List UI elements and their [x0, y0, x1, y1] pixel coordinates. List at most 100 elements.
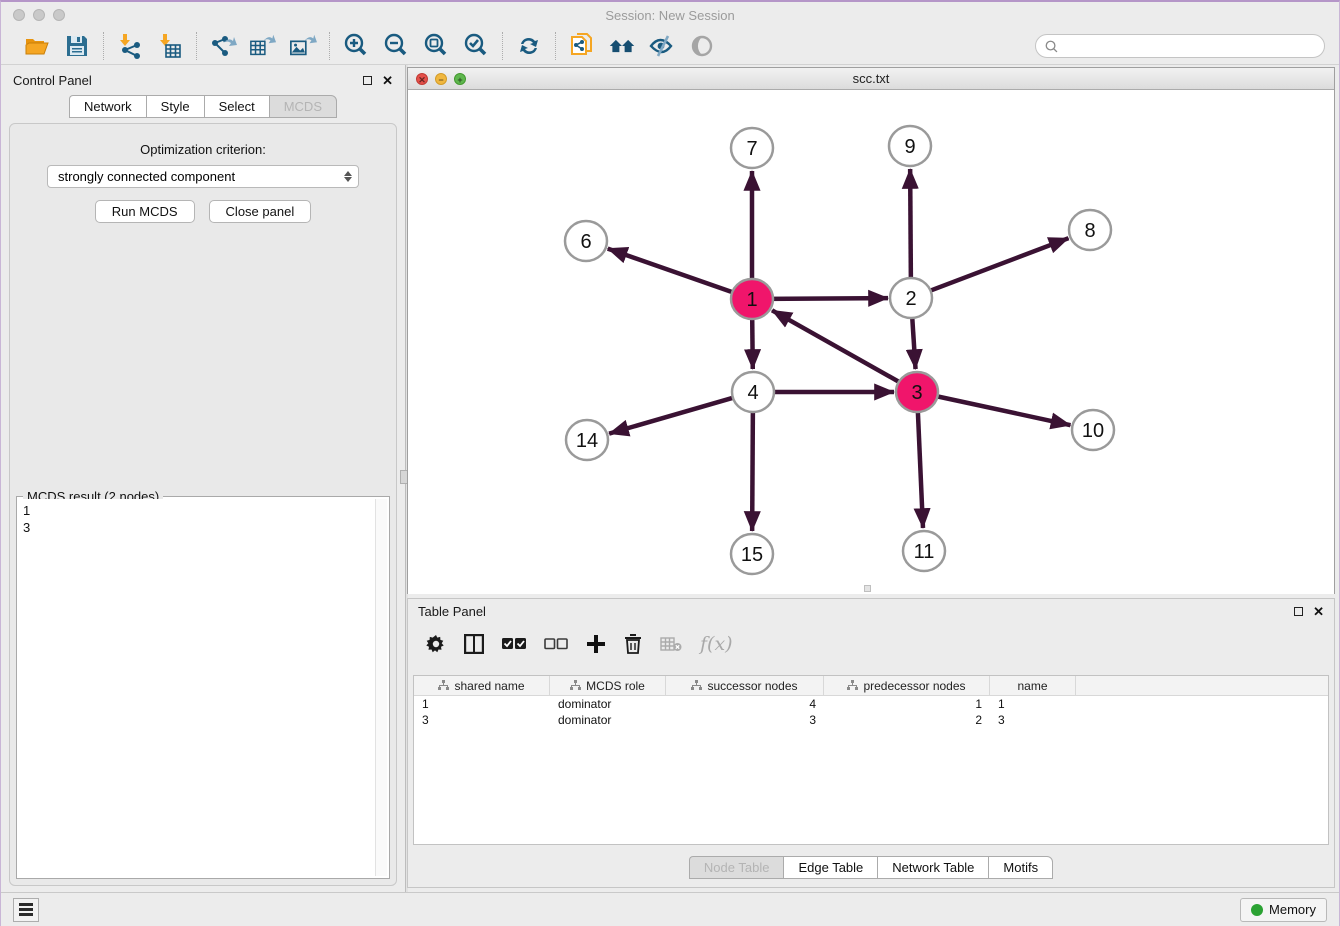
add-column-icon[interactable]	[586, 634, 606, 654]
graph-edge-4-15[interactable]	[752, 408, 753, 531]
network-graph[interactable]: 7 9 6 8 1 2 4 3 14 10 15 11	[408, 90, 1336, 594]
graph-edge-1-2[interactable]	[768, 298, 888, 299]
graph-edge-2-8[interactable]	[926, 238, 1069, 292]
export-network-icon[interactable]	[209, 32, 237, 60]
graph-node-14[interactable]: 14	[566, 420, 608, 460]
graph-node-3[interactable]: 3	[896, 372, 938, 412]
graph-node-9[interactable]: 9	[889, 126, 931, 166]
table-cell[interactable]: 1	[990, 696, 1076, 712]
table-row[interactable]: 3dominator323	[414, 712, 1328, 728]
float-panel-icon[interactable]	[363, 76, 372, 85]
import-table-icon[interactable]	[156, 32, 184, 60]
network-window-titlebar[interactable]: ✕ − + scc.txt	[408, 68, 1334, 90]
table-cell[interactable]: 2	[824, 712, 990, 728]
graph-node-1[interactable]: 1	[731, 279, 773, 319]
zoom-selected-icon[interactable]	[462, 32, 490, 60]
zoom-in-icon[interactable]	[342, 32, 370, 60]
graph-node-7[interactable]: 7	[731, 128, 773, 168]
import-network-icon[interactable]	[116, 32, 144, 60]
search-input[interactable]	[1059, 39, 1316, 53]
tab-node-table[interactable]: Node Table	[689, 856, 784, 879]
table-row[interactable]: 1dominator411	[414, 696, 1328, 712]
graph-node-label: 10	[1082, 420, 1104, 442]
column-header-predecessor-nodes[interactable]: predecessor nodes	[824, 676, 990, 695]
delete-table-icon[interactable]	[660, 636, 682, 652]
table-cell[interactable]: 3	[414, 712, 550, 728]
table-settings-icon[interactable]	[426, 634, 446, 654]
tab-network[interactable]: Network	[69, 95, 146, 118]
duplicate-network-icon[interactable]	[568, 32, 596, 60]
column-header-name[interactable]: name	[990, 676, 1076, 695]
table-cell[interactable]: 3	[990, 712, 1076, 728]
close-table-panel-icon[interactable]: ✕	[1313, 607, 1324, 616]
graph-node-label: 7	[746, 138, 757, 160]
memory-button[interactable]: Memory	[1240, 898, 1327, 922]
split-panel-icon[interactable]	[464, 634, 484, 654]
memory-label: Memory	[1269, 902, 1316, 917]
open-session-icon[interactable]	[23, 32, 51, 60]
table-cell[interactable]: 1	[824, 696, 990, 712]
mcds-result-list[interactable]: 13	[19, 499, 375, 876]
graph-edge-3-1[interactable]	[772, 310, 903, 384]
graph-edge-4-14[interactable]	[609, 396, 738, 433]
table-cell[interactable]: dominator	[550, 712, 666, 728]
graph-edge-3-10[interactable]	[933, 395, 1071, 425]
graph-node-6[interactable]: 6	[565, 221, 607, 261]
select-all-columns-icon[interactable]	[502, 637, 526, 651]
network-resize-grip[interactable]	[864, 585, 871, 592]
delete-column-icon[interactable]	[624, 634, 642, 654]
function-builder-icon[interactable]: f(x)	[700, 633, 733, 655]
table-cell[interactable]: dominator	[550, 696, 666, 712]
column-header-MCDS-role[interactable]: MCDS role	[550, 676, 666, 695]
run-mcds-button[interactable]: Run MCDS	[95, 200, 195, 223]
graph-node-4[interactable]: 4	[732, 372, 774, 412]
network-canvas[interactable]: 7 9 6 8 1 2 4 3 14 10 15 11	[408, 90, 1334, 594]
tab-select[interactable]: Select	[204, 95, 269, 118]
graph-edge-2-9[interactable]	[910, 169, 911, 282]
table-cell[interactable]: 4	[666, 696, 824, 712]
export-table-icon[interactable]	[249, 32, 277, 60]
result-scrollbar[interactable]	[375, 499, 387, 876]
graph-node-label: 2	[905, 288, 916, 310]
save-session-icon[interactable]	[63, 32, 91, 60]
close-panel-icon[interactable]: ✕	[382, 76, 393, 85]
graph-edge-2-3[interactable]	[912, 314, 916, 369]
graph-node-label: 1	[746, 289, 757, 311]
show-all-networks-icon[interactable]	[608, 32, 636, 60]
tab-mcds[interactable]: MCDS	[269, 95, 337, 118]
graph-node-15[interactable]: 15	[731, 534, 773, 574]
column-header-successor-nodes[interactable]: successor nodes	[666, 676, 824, 695]
graph-edge-3-11[interactable]	[918, 408, 923, 528]
zoom-fit-icon[interactable]	[422, 32, 450, 60]
tab-style[interactable]: Style	[146, 95, 204, 118]
hide-selected-icon[interactable]	[648, 32, 676, 60]
tab-motifs[interactable]: Motifs	[988, 856, 1053, 879]
task-history-button[interactable]	[13, 898, 39, 922]
close-panel-button[interactable]: Close panel	[209, 200, 312, 223]
tab-network-table[interactable]: Network Table	[877, 856, 988, 879]
graph-node-11[interactable]: 11	[903, 531, 945, 571]
graph-edge-1-6[interactable]	[608, 249, 737, 294]
float-table-panel-icon[interactable]	[1294, 607, 1303, 616]
refresh-view-icon[interactable]	[515, 32, 543, 60]
control-panel-title: Control Panel	[13, 73, 92, 88]
graph-edge-1-4[interactable]	[752, 315, 753, 369]
toggle-birdseye-icon[interactable]	[688, 32, 716, 60]
tab-edge-table[interactable]: Edge Table	[783, 856, 877, 879]
export-image-icon[interactable]	[289, 32, 317, 60]
table-cell[interactable]: 3	[666, 712, 824, 728]
table-panel-title: Table Panel	[418, 604, 486, 619]
table-cell[interactable]: 1	[414, 696, 550, 712]
column-header-shared-name[interactable]: shared name	[414, 676, 550, 695]
graph-node-label: 15	[741, 544, 763, 566]
optimization-criterion-select[interactable]: strongly connected component	[47, 165, 359, 188]
graph-node-2[interactable]: 2	[890, 278, 932, 318]
graph-node-label: 11	[914, 541, 935, 563]
graph-node-10[interactable]: 10	[1072, 410, 1114, 450]
graph-node-8[interactable]: 8	[1069, 210, 1111, 250]
node-table: shared nameMCDS rolesuccessor nodesprede…	[413, 675, 1329, 845]
deselect-all-columns-icon[interactable]	[544, 637, 568, 651]
mcds-panel: Optimization criterion: strongly connect…	[9, 123, 397, 886]
zoom-out-icon[interactable]	[382, 32, 410, 60]
table-header-row: shared nameMCDS rolesuccessor nodesprede…	[414, 676, 1328, 696]
